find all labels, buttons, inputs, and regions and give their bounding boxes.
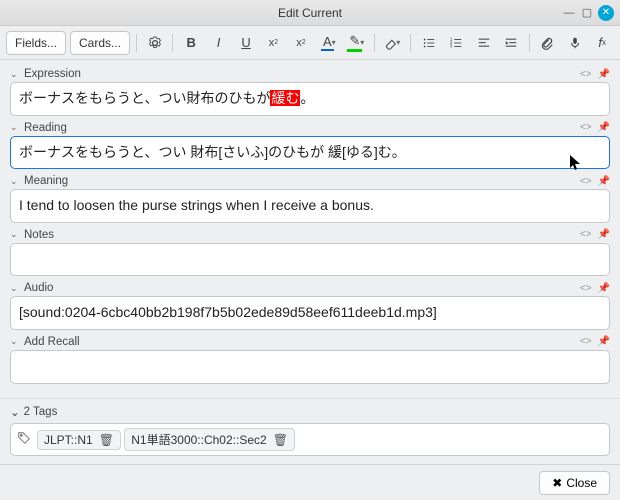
cards-button[interactable]: Cards... (70, 31, 130, 55)
tag-text: JLPT::N1 (44, 433, 93, 447)
field-name: Audio (24, 282, 53, 294)
microphone-icon[interactable] (563, 31, 586, 55)
field-input-notes[interactable] (10, 243, 610, 277)
tag-text: N1単語3000::Ch02::Sec2 (131, 431, 266, 448)
svg-text:3: 3 (450, 43, 453, 48)
tag-icon (17, 431, 31, 448)
close-label: Close (566, 476, 597, 490)
field-header[interactable]: ⌄ Meaning <> 📌 (10, 173, 610, 189)
subscript-icon[interactable]: x2 (289, 31, 312, 55)
bold-icon[interactable]: B (179, 31, 202, 55)
field-input-meaning[interactable]: I tend to loosen the purse strings when … (10, 189, 610, 223)
field-input-reading[interactable]: ボーナスをもらうと、つい 財布[さいふ]のひもが 緩[ゆる]む。 (10, 136, 610, 170)
tags-section: ⌄ 2 Tags JLPT::N1 🗑 N1単語3000::Ch02::Sec2 🗑 (0, 398, 620, 464)
tag-chip[interactable]: N1単語3000::Ch02::Sec2 🗑 (124, 428, 295, 451)
field-name: Add Recall (24, 336, 80, 348)
field-row: ⌄ Reading <> 📌 ボーナスをもらうと、つい 財布[さいふ]のひもが 緩[ゆる… (10, 120, 610, 170)
tags-header[interactable]: ⌄ 2 Tags (10, 403, 610, 423)
tags-count-label: 2 Tags (24, 406, 58, 418)
gear-icon[interactable] (143, 31, 166, 55)
field-row: ⌄ Audio <> 📌 [sound:0204-6cbc40bb2b198f7b5b0… (10, 280, 610, 330)
tags-input[interactable]: JLPT::N1 🗑 N1単語3000::Ch02::Sec2 🗑 (10, 423, 610, 456)
field-header[interactable]: ⌄ Add Recall <> 📌 (10, 334, 610, 350)
code-icon[interactable]: <> (580, 336, 592, 347)
chevron-down-icon: ⌄ (10, 336, 20, 347)
tag-delete-icon[interactable]: 🗑 (99, 433, 114, 447)
superscript-icon[interactable]: x2 (262, 31, 285, 55)
field-name: Notes (24, 229, 54, 241)
attachment-icon[interactable] (536, 31, 559, 55)
pin-icon[interactable]: 📌 (598, 122, 610, 133)
indent-icon[interactable] (499, 31, 522, 55)
title-bar: Edit Current — ▢ ✕ (0, 0, 620, 26)
field-header[interactable]: ⌄ Reading <> 📌 (10, 120, 610, 136)
window-title: Edit Current (278, 6, 342, 20)
tag-delete-icon[interactable]: 🗑 (273, 433, 288, 447)
separator (172, 34, 173, 52)
maximize-icon[interactable]: ▢ (580, 6, 594, 20)
pin-icon[interactable]: 📌 (598, 176, 610, 187)
ordered-list-icon[interactable]: 123 (444, 31, 467, 55)
pin-icon[interactable]: 📌 (598, 336, 610, 347)
fields-area: ⌄ Expression <> 📌 ボーナスをもらうと、つい財布のひもが緩む。 ⌄ Read… (0, 60, 620, 398)
tag-chip[interactable]: JLPT::N1 🗑 (37, 430, 121, 450)
italic-icon[interactable]: I (207, 31, 230, 55)
close-button[interactable]: ✖ Close (539, 471, 610, 495)
field-input-add-recall[interactable] (10, 350, 610, 384)
field-header[interactable]: ⌄ Expression <> 📌 (10, 66, 610, 82)
fields-button[interactable]: Fields... (6, 31, 66, 55)
field-input-expression[interactable]: ボーナスをもらうと、つい財布のひもが緩む。 (10, 82, 610, 116)
field-name: Expression (24, 68, 81, 80)
code-icon[interactable]: <> (580, 283, 592, 294)
pin-icon[interactable]: 📌 (598, 229, 610, 240)
field-row: ⌄ Expression <> 📌 ボーナスをもらうと、つい財布のひもが緩む。 (10, 66, 610, 116)
text-color-icon[interactable]: A▾ (317, 31, 340, 55)
minimize-icon[interactable]: — (562, 6, 576, 20)
dialog-footer: ✖ Close (0, 464, 620, 500)
field-header[interactable]: ⌄ Notes <> 📌 (10, 227, 610, 243)
field-row: ⌄ Add Recall <> 📌 (10, 334, 610, 384)
code-icon[interactable]: <> (580, 122, 592, 133)
field-header[interactable]: ⌄ Audio <> 📌 (10, 280, 610, 296)
separator (410, 34, 411, 52)
code-icon[interactable]: <> (580, 229, 592, 240)
chevron-down-icon: ⌄ (10, 405, 20, 419)
alignment-icon[interactable] (472, 31, 495, 55)
highlight-color-icon[interactable]: ✎▾ (344, 31, 367, 55)
separator (136, 34, 137, 52)
chevron-down-icon: ⌄ (10, 176, 20, 187)
underline-icon[interactable]: U (234, 31, 257, 55)
code-icon[interactable]: <> (580, 176, 592, 187)
code-icon[interactable]: <> (580, 69, 592, 80)
field-row: ⌄ Notes <> 📌 (10, 227, 610, 277)
function-icon[interactable]: fx (591, 31, 614, 55)
chevron-down-icon: ⌄ (10, 229, 20, 240)
unordered-list-icon[interactable] (417, 31, 440, 55)
pin-icon[interactable]: 📌 (598, 283, 610, 294)
editor-toolbar: Fields... Cards... B I U x2 x2 A▾ ✎▾ ▾ 1… (0, 26, 620, 60)
chevron-down-icon: ⌄ (10, 69, 20, 80)
field-name: Meaning (24, 175, 68, 187)
close-icon: ✖ (552, 476, 562, 490)
field-row: ⌄ Meaning <> 📌 I tend to loosen the purse st… (10, 173, 610, 223)
pin-icon[interactable]: 📌 (598, 69, 610, 80)
separator (374, 34, 375, 52)
chevron-down-icon: ⌄ (10, 283, 20, 294)
eraser-icon[interactable]: ▾ (380, 31, 403, 55)
field-name: Reading (24, 122, 67, 134)
field-input-audio[interactable]: [sound:0204-6cbc40bb2b198f7b5b02ede89d58… (10, 296, 610, 330)
chevron-down-icon: ⌄ (10, 122, 20, 133)
separator (529, 34, 530, 52)
window-close-icon[interactable]: ✕ (598, 5, 614, 21)
